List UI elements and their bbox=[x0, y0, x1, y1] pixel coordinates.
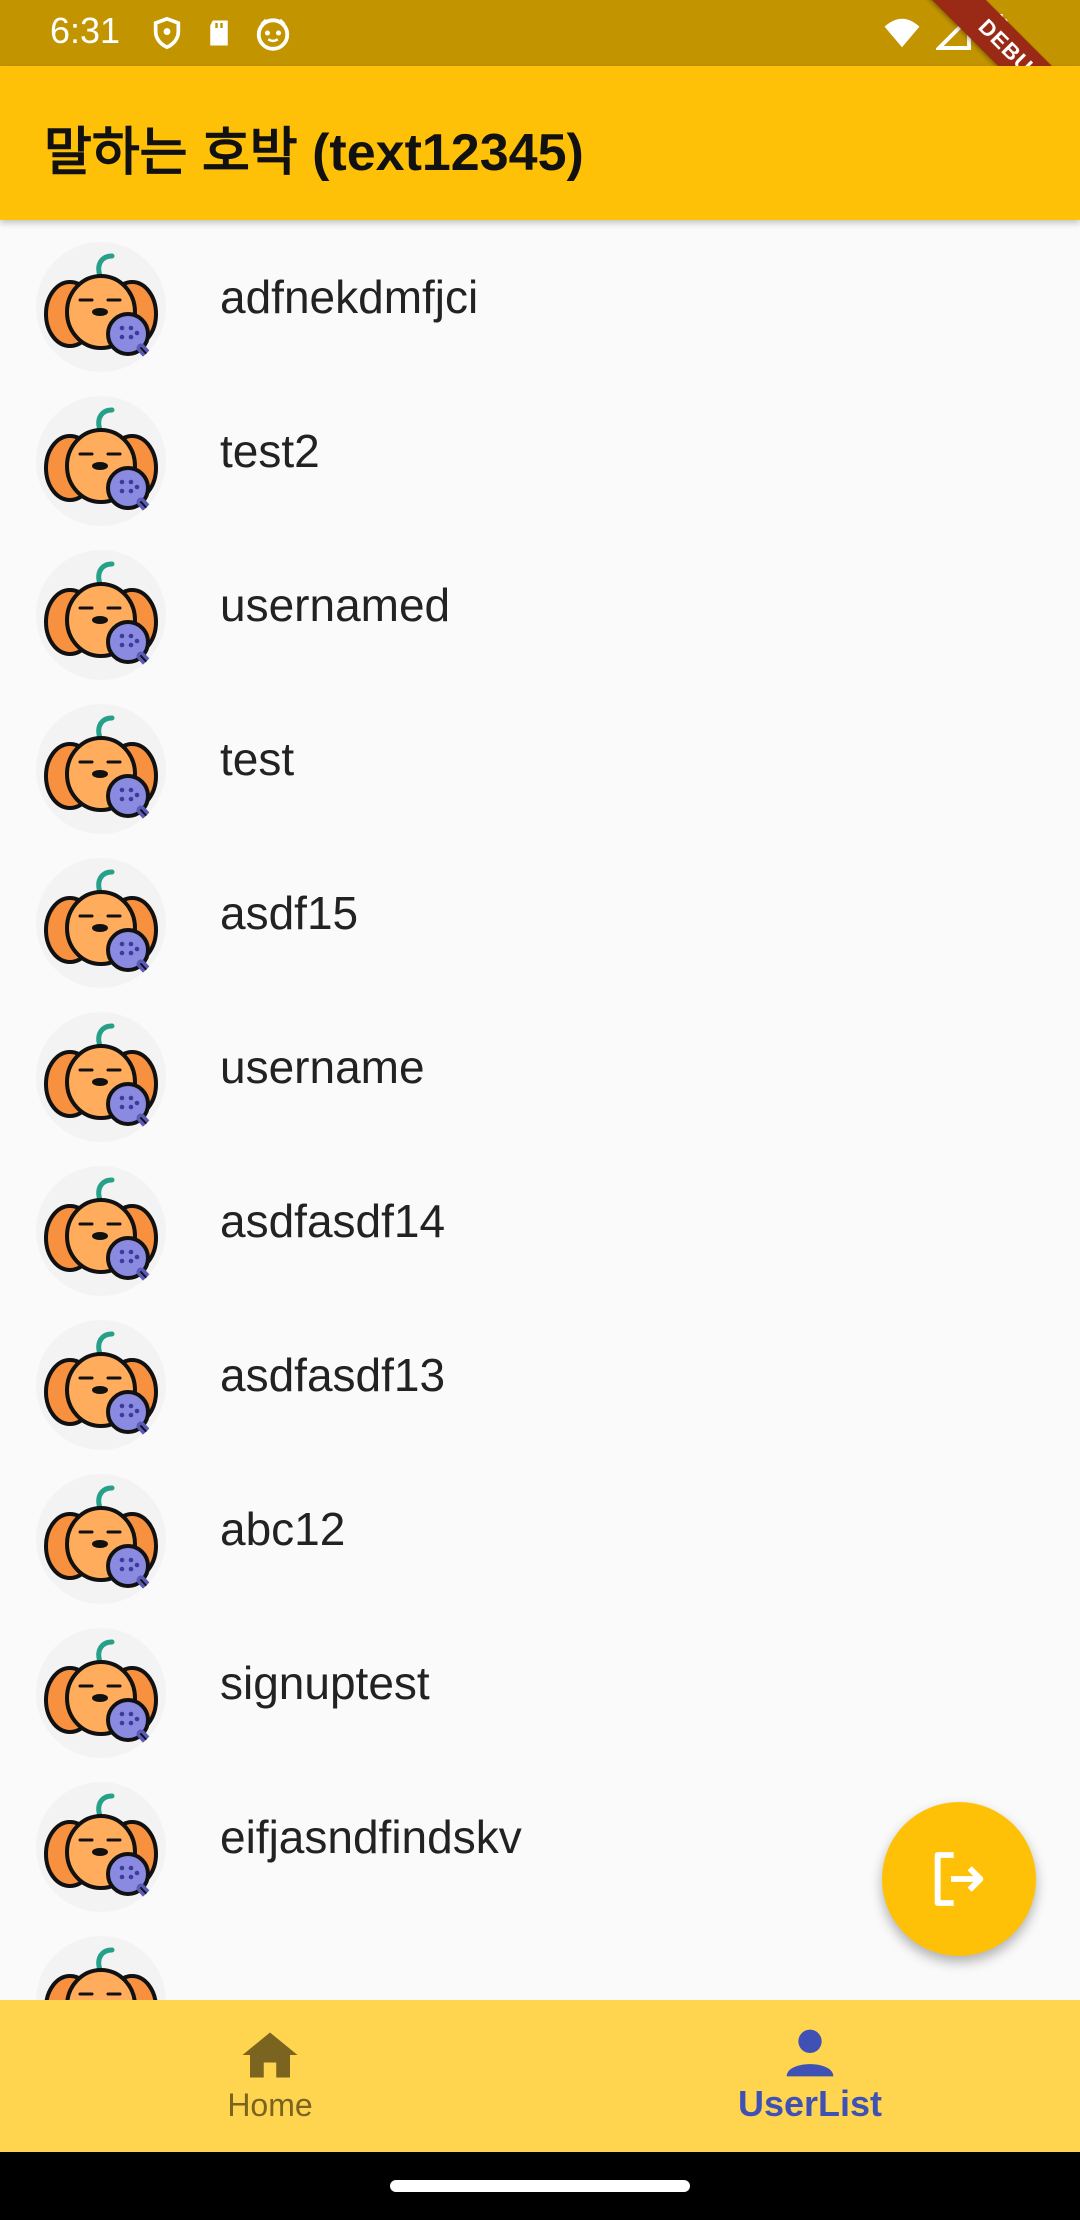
person-icon bbox=[786, 2029, 834, 2077]
pumpkin-avatar-icon bbox=[36, 704, 166, 834]
logout-icon bbox=[934, 1852, 984, 1906]
pumpkin-avatar-icon bbox=[36, 242, 166, 372]
status-bar: 6:31 DEBUG bbox=[0, 0, 1080, 159]
user-name: abc12 bbox=[220, 1503, 346, 1555]
pumpkin-avatar-icon bbox=[36, 858, 166, 988]
logout-button[interactable] bbox=[882, 1802, 1036, 1956]
list-item[interactable]: usernamed bbox=[0, 528, 1080, 682]
status-icons-left bbox=[150, 14, 292, 52]
list-item[interactable]: test bbox=[0, 682, 1080, 836]
pumpkin-avatar-icon bbox=[36, 1474, 166, 1604]
user-list[interactable]: adfnekdmfjci test2 usernamed test asdf15… bbox=[0, 220, 1080, 2000]
gesture-area bbox=[0, 2152, 1080, 2220]
list-item[interactable]: test2 bbox=[0, 374, 1080, 528]
home-icon bbox=[242, 2032, 298, 2077]
list-item[interactable]: asdfasdf13 bbox=[0, 1298, 1080, 1452]
pumpkin-avatar-icon bbox=[36, 550, 166, 680]
bottom-nav: Home UserList bbox=[0, 2000, 1080, 2152]
pumpkin-avatar-icon bbox=[36, 1166, 166, 1296]
user-name: signuptest bbox=[220, 1657, 430, 1709]
home-gesture-pill[interactable] bbox=[390, 2180, 690, 2192]
pumpkin-avatar-icon bbox=[36, 1320, 166, 1450]
user-name: usernamed bbox=[220, 579, 451, 631]
shield-icon bbox=[153, 16, 181, 50]
list-item[interactable]: signuptest bbox=[0, 1606, 1080, 1760]
status-time: 6:31 bbox=[50, 10, 121, 51]
user-name: test2 bbox=[220, 425, 320, 477]
user-name: asdfasdf13 bbox=[220, 1349, 446, 1401]
nav-item-userlist[interactable]: UserList bbox=[540, 2000, 1080, 2152]
list-item[interactable]: username bbox=[0, 990, 1080, 1144]
user-name: asdf15 bbox=[220, 887, 359, 939]
pumpkin-avatar-icon bbox=[36, 1628, 166, 1758]
sd-card-icon bbox=[210, 20, 228, 46]
cat-face-icon bbox=[256, 18, 290, 51]
user-name: username bbox=[220, 1041, 425, 1093]
app-bar: 말하는 호박 (text12345) bbox=[0, 66, 1080, 220]
user-name: asdfasdf14 bbox=[220, 1195, 446, 1247]
nav-label-home: Home bbox=[227, 2086, 313, 2123]
list-item[interactable]: asdfasdf14 bbox=[0, 1144, 1080, 1298]
user-name: adfnekdmfjci bbox=[220, 271, 479, 323]
user-name: test bbox=[220, 733, 295, 785]
user-name: eifjasndfindskv bbox=[220, 1811, 522, 1863]
pumpkin-avatar-icon bbox=[36, 396, 166, 526]
page-title: 말하는 호박 (text12345) bbox=[44, 124, 584, 182]
list-item[interactable]: abc12 bbox=[0, 1452, 1080, 1606]
nav-label-userlist: UserList bbox=[737, 2083, 883, 2124]
list-item[interactable]: asdf15 bbox=[0, 836, 1080, 990]
nav-item-home[interactable]: Home bbox=[0, 2000, 540, 2152]
pumpkin-avatar-icon bbox=[36, 1012, 166, 1142]
pumpkin-avatar-icon bbox=[36, 1782, 166, 1912]
wifi-icon bbox=[884, 18, 920, 48]
list-item[interactable]: adfnekdmfjci bbox=[0, 220, 1080, 374]
pumpkin-avatar-icon bbox=[36, 1936, 166, 2000]
